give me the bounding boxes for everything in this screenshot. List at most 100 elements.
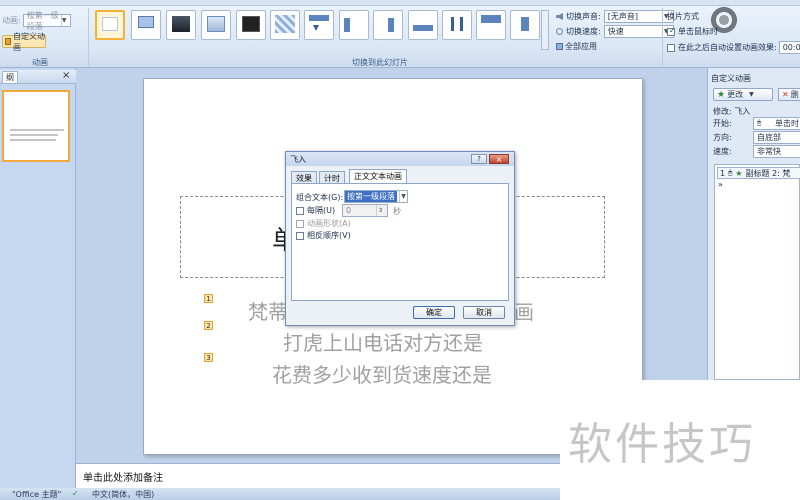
animation-dropdown[interactable]: 动画: 按第一级段落 ▼ [2,11,71,31]
transition-reveal-left-thumb[interactable] [510,10,540,40]
checkbox-icon [667,43,675,52]
animation-order-badge[interactable]: 1 [204,294,213,303]
every-label: 每隔(U) [307,206,336,215]
group-label-transition: 切换到此幻灯片 [352,58,408,67]
cancel-button[interactable]: 取消 [463,306,505,319]
close-icon[interactable]: × [62,70,70,81]
ribbon: 动画: 按第一级段落 ▼ 自定义动画 动画 切换到此幻灯片 切换声音: [无声音]… [0,0,800,68]
transition-preview [172,16,190,32]
animation-order-badge[interactable]: 3 [204,353,213,362]
tab-effect[interactable]: 效果 [291,171,317,183]
transition-cut-black-thumb[interactable] [236,10,266,40]
transition-cut-thumb[interactable] [201,10,231,40]
gallery-scroll[interactable] [541,10,549,50]
reverse-label: 相反顺序(V) [307,231,351,240]
auto-after-label: 在此之后自动设置动画效果: [678,43,777,52]
apply-all-icon [556,43,563,50]
transition-none-thumb[interactable] [95,10,125,40]
slide-thumbnail[interactable] [2,90,70,162]
tab-timing[interactable]: 计时 [319,171,345,183]
language-indicator[interactable]: 中文(简体，中国) [92,489,154,500]
speed-select[interactable]: 非常快 [753,145,800,158]
pane-title: 自定义动画 [711,74,751,83]
checkbox-icon [296,231,304,240]
start-select[interactable]: 🖱 单击时 [753,117,800,130]
direction-select[interactable]: 自底部 [753,131,800,144]
modify-label: 修改: 飞入 [713,107,751,116]
animation-order-badge[interactable]: 2 [204,321,213,330]
animation-list-item[interactable]: 1 🖱 ★ 副标题 2: 梵 [717,167,800,179]
start-label: 开始: [713,119,732,128]
speed-combo-value: 快速 [607,27,624,36]
custom-animation-button[interactable]: 自定义动画 [2,32,46,52]
transition-fade-black-thumb[interactable] [166,10,196,40]
ok-button[interactable]: 确定 [413,306,455,319]
on-click-label: 单击鼠标时 [678,27,718,36]
on-mouse-click-checkbox[interactable]: ✓ 单击鼠标时 [667,26,718,37]
every-checkbox[interactable]: 每隔(U) [296,205,335,216]
every-value: 0 [346,206,352,215]
star-icon: ★ [735,168,743,178]
sound-combo[interactable]: [无声音] ▼ [603,10,674,23]
transition-split-thumb[interactable] [442,10,472,40]
animation-combo[interactable]: 按第一级段落 ▼ [22,11,71,31]
animate-shape-checkbox[interactable]: 动画形状(A) [296,218,351,229]
transition-preview [207,16,225,32]
transition-dissolve-thumb[interactable] [270,10,300,40]
speed-value: 非常快 [757,147,781,156]
help-button[interactable]: ? [471,154,487,164]
speed-icon [556,28,563,35]
checkmark-icon: ✓ [669,25,676,35]
transition-wipe-left-thumb[interactable] [339,10,369,40]
tab-text-animation[interactable]: 正文文本动画 [349,169,407,183]
sound-icon [556,13,563,20]
change-label: 更改 [727,90,744,99]
reveal-down-icon [481,15,501,23]
reverse-order-checkbox[interactable]: 相反顺序(V) [296,230,351,241]
animation-list[interactable]: 1 🖱 ★ 副标题 2: 梵 » [714,164,800,380]
left-pane-tabs: 纲 × [0,70,76,84]
arrow-down-icon [313,25,319,31]
every-seconds-spinner[interactable]: 0 ⇕ [342,204,388,217]
transition-wipe-right-thumb[interactable] [373,10,403,40]
dialog-title: 飞入 [290,155,306,164]
body-line-1-tail: 画 [514,300,534,324]
arrow-left-icon [344,18,358,32]
animation-combo-value: 按第一级段落 [26,10,59,31]
arrow-right-icon [380,18,394,32]
mouse-icon: 🖱 [728,168,733,177]
mouse-icon: 🖱 [757,119,762,127]
checkbox-icon [296,219,304,228]
arrow-up-icon [413,25,433,31]
close-button[interactable]: × [489,154,509,164]
ribbon-separator [88,8,89,66]
ribbon-separator [662,8,663,66]
auto-after-checkbox[interactable]: 在此之后自动设置动画效果: 00:00 [667,41,800,54]
speed-combo[interactable]: 快速▼ [603,25,674,38]
advance-slide-heading: 换片方式 [667,12,699,21]
delete-icon: ✕ [782,90,789,99]
transition-sound-row: 切换声音: [无声音] ▼ [556,10,674,23]
transition-wipe-up-thumb[interactable] [408,10,438,40]
apply-to-all-button[interactable]: 全部应用 [556,41,597,52]
transition-fade-smoothly-thumb[interactable] [131,10,161,40]
dialog-tab-panel: 组合文本(G): 按第一级段落 ▼ 每隔(U) 0 ⇕ 秒 动画形状(A) 相反顺… [291,183,509,301]
transition-wipe-down-thumb[interactable] [304,10,334,40]
spellcheck-icon[interactable]: ✓ [72,489,79,498]
group-text-label: 组合文本(G): [296,193,344,202]
transition-preview [309,15,329,21]
checkbox-icon [296,206,304,215]
group-text-select[interactable]: 按第一级段落 ▼ [344,190,408,203]
apply-all-label: 全部应用 [565,42,597,51]
expand-icon[interactable]: » [718,180,723,189]
transition-reveal-down-thumb[interactable] [476,10,506,40]
remove-effect-button[interactable]: ✕ 删 [778,88,800,101]
body-line-3: 花费多少收到货速度还是 [272,363,492,387]
animation-label: 动画: [2,16,21,25]
change-effect-button[interactable]: ★ 更改 ▼ [713,88,773,101]
sound-label: 切换声音: [566,12,601,21]
tab-outline[interactable]: 纲 [2,71,18,84]
speed-label: 速度: [713,147,732,156]
transition-preview [242,16,260,32]
auto-after-time-input[interactable]: 00:00 [778,41,800,54]
